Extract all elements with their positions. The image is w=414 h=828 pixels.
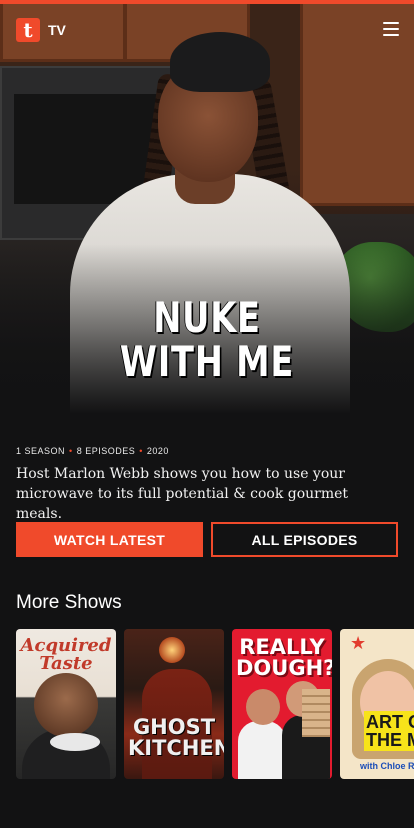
separator-dot-icon: • bbox=[139, 446, 143, 456]
show-card-title: ART OF THE MEAL bbox=[364, 711, 414, 751]
show-logo-line1: NUKE bbox=[153, 293, 261, 342]
show-card[interactable]: GHOST KITCHEN bbox=[124, 629, 224, 779]
section-label[interactable]: TV bbox=[48, 22, 66, 38]
hero-banner[interactable]: NUKE WITH ME bbox=[0, 4, 414, 414]
hamburger-menu-icon[interactable] bbox=[383, 22, 399, 36]
show-meta: 1 SEASON • 8 EPISODES • 2020 bbox=[16, 446, 169, 456]
watch-latest-button[interactable]: WATCH LATEST bbox=[16, 522, 203, 557]
accent-bar bbox=[0, 0, 414, 4]
season-count: 1 SEASON bbox=[16, 446, 66, 456]
show-card-title: REALLY DOUGH? bbox=[236, 635, 332, 680]
top-bar: t TV bbox=[0, 4, 414, 56]
show-card-subtitle: with Chloe Ro bbox=[360, 761, 414, 771]
show-card-title: GHOST KITCHEN bbox=[128, 715, 224, 760]
episode-count: 8 EPISODES bbox=[76, 446, 136, 456]
show-card[interactable]: REALLY DOUGH? bbox=[232, 629, 332, 779]
release-year: 2020 bbox=[146, 446, 169, 456]
show-card-title: Acquired Taste bbox=[20, 635, 112, 674]
all-episodes-button[interactable]: ALL EPISODES bbox=[211, 522, 398, 557]
show-description: Host Marlon Webb shows you how to use yo… bbox=[16, 466, 349, 522]
app: NUKE WITH ME t TV 1 SEASON • 8 EPISODES • 20… bbox=[0, 0, 414, 828]
show-logo: NUKE WITH ME bbox=[41, 296, 372, 384]
brand-logo[interactable]: t bbox=[16, 18, 40, 42]
star-icon: ★ bbox=[350, 633, 367, 653]
more-shows-rail[interactable]: Acquired Taste GHOST KITCHEN REALLY DOUG… bbox=[16, 629, 414, 779]
separator-dot-icon: • bbox=[69, 446, 73, 456]
show-card[interactable]: Acquired Taste bbox=[16, 629, 116, 779]
brand-logo-letter: t bbox=[23, 18, 33, 42]
show-logo-line2: WITH ME bbox=[119, 337, 295, 386]
show-card[interactable]: ★ ART OF THE MEAL with Chloe Ro bbox=[340, 629, 414, 779]
more-shows-heading: More Shows bbox=[16, 592, 122, 613]
